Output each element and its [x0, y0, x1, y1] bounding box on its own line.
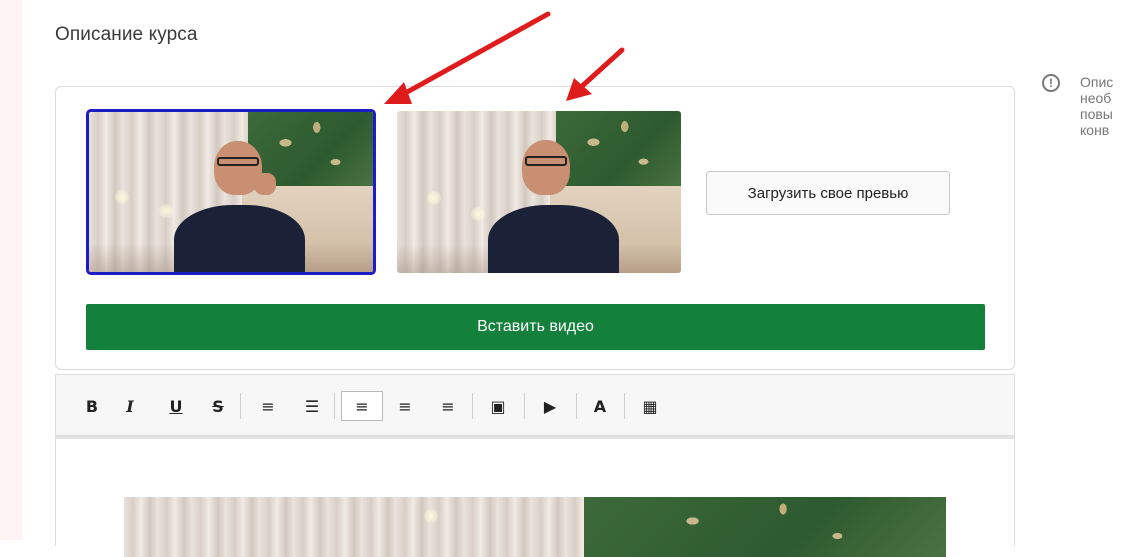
youtube-icon[interactable]: ▶ — [536, 391, 564, 421]
info-icon: ! — [1042, 74, 1060, 92]
upload-preview-button[interactable]: Загрузить свое превью — [706, 171, 950, 215]
toolbar-separator — [576, 393, 577, 419]
align-left-icon[interactable]: ≡ — [341, 391, 383, 421]
toolbar-separator — [624, 393, 625, 419]
insert-video-button[interactable]: Вставить видео — [86, 304, 985, 350]
italic-button[interactable]: I — [116, 391, 144, 421]
editor-toolbar: B I U S ≡ ☰ ≡ ≡ ≡ ▣ ▶ A ▦ — [55, 374, 1015, 436]
hint-text: Опис необ повы конв — [1080, 74, 1114, 138]
bold-button[interactable]: B — [78, 391, 106, 421]
unordered-list-icon[interactable]: ☰ — [298, 391, 326, 421]
text-style-icon[interactable]: A — [586, 391, 614, 421]
thumbnail-image — [397, 111, 681, 273]
toolbar-separator — [472, 393, 473, 419]
underline-button[interactable]: U — [162, 391, 190, 421]
toolbar-separator — [524, 393, 525, 419]
preview-thumbnail-selected[interactable] — [86, 109, 376, 275]
image-icon[interactable]: ▣ — [484, 391, 512, 421]
align-right-icon[interactable]: ≡ — [434, 391, 462, 421]
embedded-video-preview — [124, 497, 946, 557]
thumbnail-image — [89, 112, 373, 272]
preview-card: Загрузить свое превью Вставить видео — [55, 86, 1015, 370]
ordered-list-icon[interactable]: ≡ — [254, 391, 282, 421]
section-title: Описание курса — [55, 24, 198, 45]
toolbar-separator — [334, 393, 335, 419]
align-center-icon[interactable]: ≡ — [391, 391, 419, 421]
editor-content-area[interactable] — [55, 436, 1015, 557]
video-file-icon[interactable]: ▦ — [636, 391, 664, 421]
preview-thumbnail[interactable] — [397, 111, 681, 273]
strikethrough-button[interactable]: S — [204, 391, 232, 421]
toolbar-separator — [240, 393, 241, 419]
left-edge-strip — [0, 0, 22, 540]
